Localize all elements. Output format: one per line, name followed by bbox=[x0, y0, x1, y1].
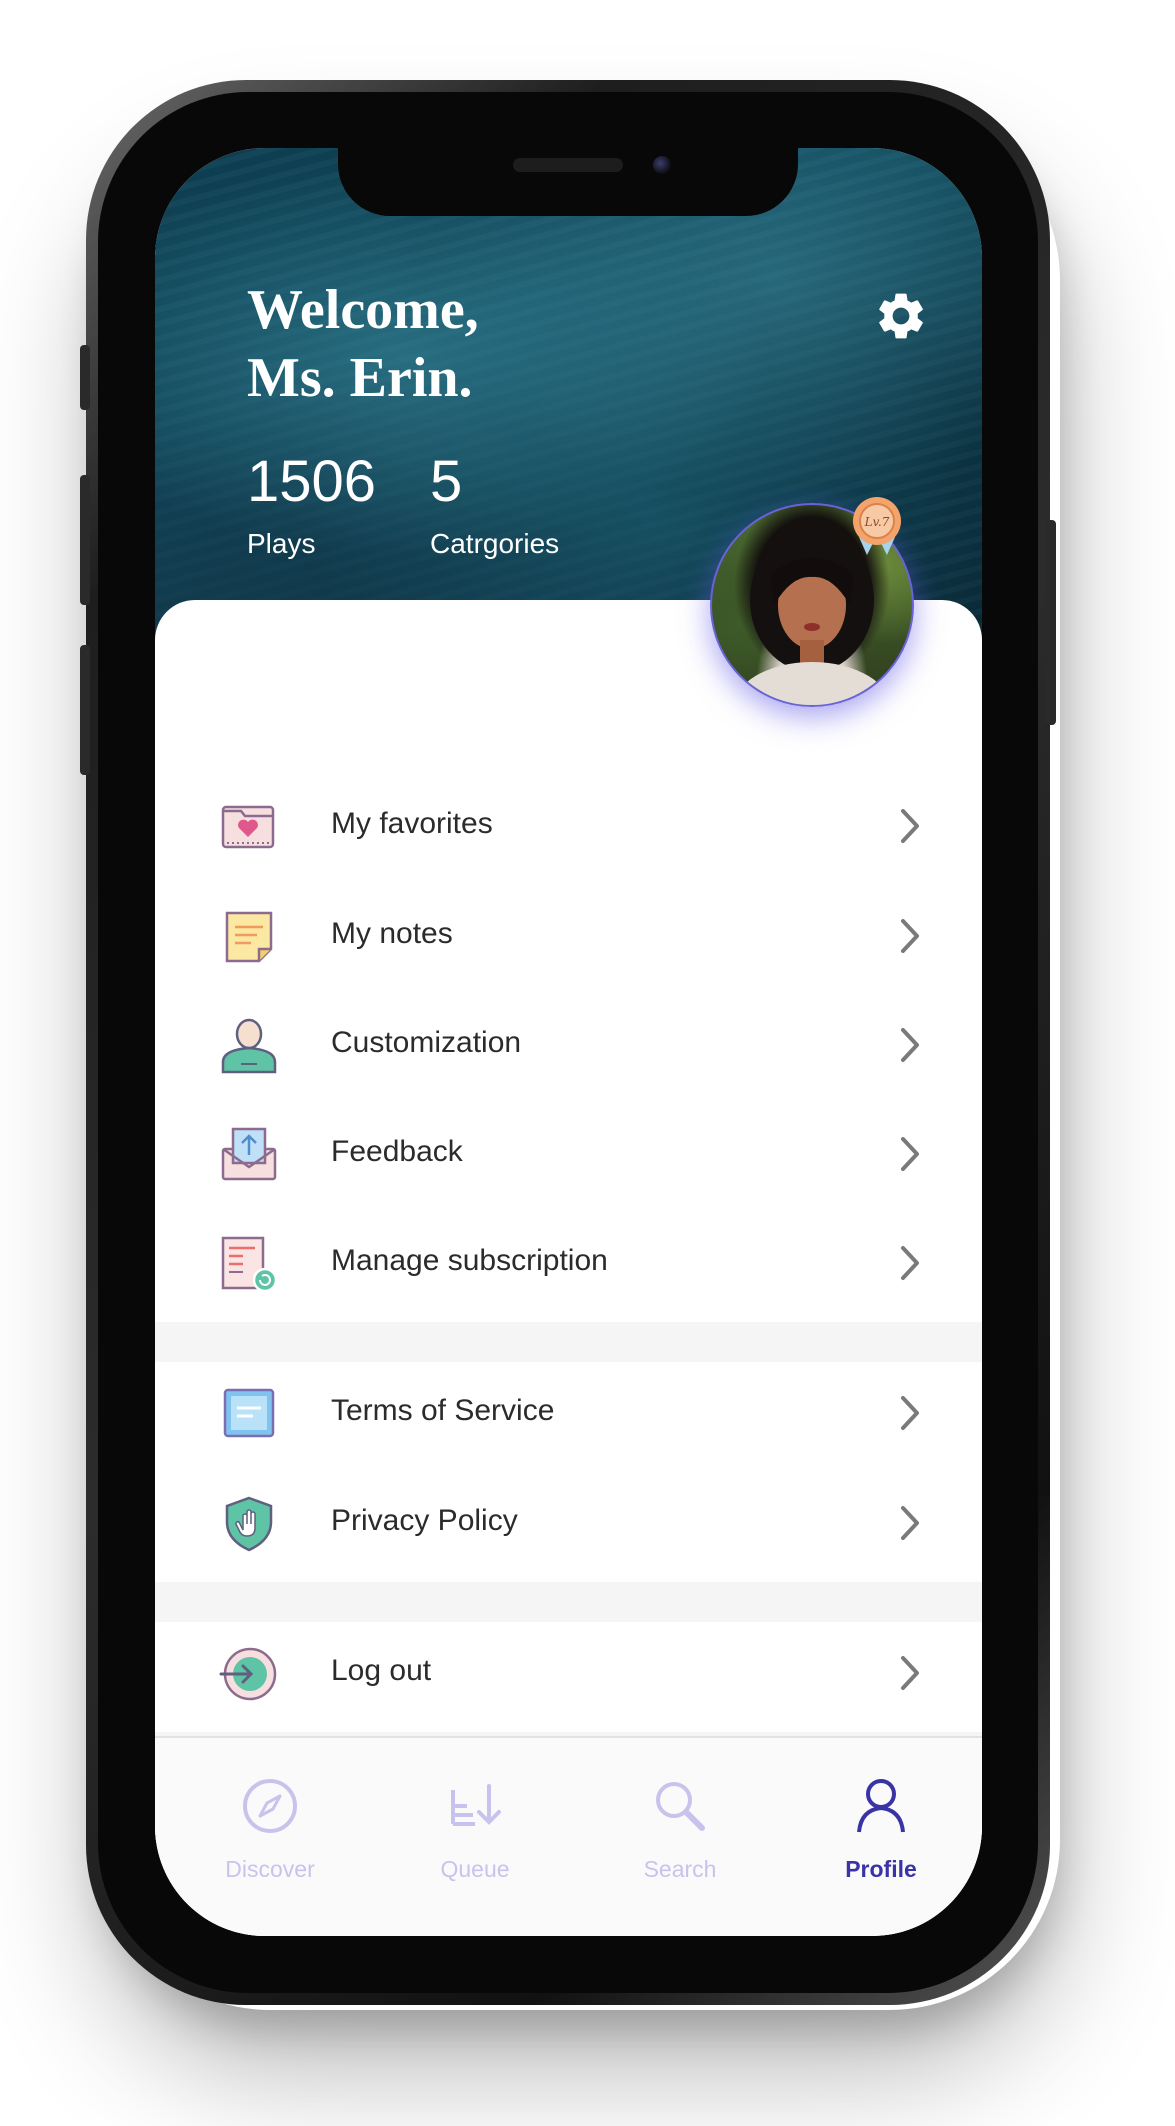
menu-item-customization[interactable]: Customization bbox=[155, 994, 982, 1094]
menu-item-manage-subscription[interactable]: Manage subscription bbox=[155, 1212, 982, 1312]
tab-queue[interactable]: Queue bbox=[385, 1738, 565, 1898]
section-divider bbox=[155, 1582, 982, 1622]
gear-icon[interactable] bbox=[873, 288, 929, 344]
menu-item-my-notes[interactable]: My notes bbox=[155, 885, 982, 985]
menu-item-log-out[interactable]: Log out bbox=[155, 1622, 982, 1722]
phone-power-button bbox=[1046, 520, 1056, 725]
logout-icon bbox=[219, 1647, 277, 1701]
level-badge: Lv.7 bbox=[853, 497, 901, 555]
bottom-tab-bar: Discover Queue Search Profile bbox=[155, 1736, 982, 1936]
menu-item-label: Privacy Policy bbox=[331, 1504, 518, 1537]
menu-item-terms-of-service[interactable]: Terms of Service bbox=[155, 1362, 982, 1462]
menu-item-label: Feedback bbox=[331, 1135, 463, 1168]
chevron-right-icon bbox=[901, 1028, 919, 1062]
section-divider bbox=[155, 1322, 982, 1362]
welcome-greeting: Welcome, Ms. Erin. bbox=[247, 276, 479, 412]
tab-discover[interactable]: Discover bbox=[180, 1738, 360, 1898]
profile-icon bbox=[857, 1779, 905, 1833]
chevron-right-icon bbox=[901, 1246, 919, 1280]
welcome-line-1: Welcome, bbox=[247, 279, 479, 341]
phone-notch bbox=[338, 148, 798, 216]
categories-label: Catrgories bbox=[430, 528, 560, 559]
chevron-right-icon bbox=[901, 1506, 919, 1540]
tab-label: Profile bbox=[845, 1856, 917, 1882]
menu-item-label: Log out bbox=[331, 1654, 432, 1687]
menu-item-my-favorites[interactable]: My favorites bbox=[155, 775, 982, 875]
tab-label: Discover bbox=[225, 1856, 315, 1882]
phone-volume-up-button bbox=[80, 475, 90, 605]
plays-count: 1506 bbox=[247, 449, 377, 514]
subscription-icon bbox=[221, 1236, 278, 1293]
feedback-envelope-icon bbox=[221, 1127, 277, 1181]
tab-profile[interactable]: Profile bbox=[791, 1738, 971, 1898]
phone-silent-switch bbox=[80, 345, 90, 410]
menu-item-label: My notes bbox=[331, 917, 453, 950]
menu-item-label: Customization bbox=[331, 1026, 522, 1059]
chevron-right-icon bbox=[901, 809, 919, 843]
phone-speaker bbox=[513, 158, 623, 172]
favorites-folder-icon bbox=[221, 805, 275, 849]
phone-volume-down-button bbox=[80, 645, 90, 775]
categories-count: 5 bbox=[430, 449, 463, 514]
notes-icon bbox=[225, 911, 273, 963]
menu-item-label: Terms of Service bbox=[331, 1394, 555, 1427]
tab-label: Queue bbox=[440, 1856, 510, 1882]
queue-icon bbox=[451, 1784, 501, 1826]
compass-icon bbox=[243, 1779, 297, 1833]
app-screen: Welcome, Ms. Erin. 1506 Plays 5 Catrgori… bbox=[155, 148, 982, 1936]
menu-item-feedback[interactable]: Feedback bbox=[155, 1103, 982, 1203]
menu-item-privacy-policy[interactable]: Privacy Policy bbox=[155, 1472, 982, 1572]
plays-label: Plays bbox=[247, 528, 316, 559]
user-customization-icon bbox=[221, 1018, 277, 1074]
chevron-right-icon bbox=[901, 1137, 919, 1171]
level-badge-text: Lv.7 bbox=[864, 515, 890, 529]
chevron-right-icon bbox=[901, 1656, 919, 1690]
terms-icon bbox=[223, 1388, 275, 1438]
chevron-right-icon bbox=[901, 1396, 919, 1430]
menu-item-label: My favorites bbox=[331, 807, 493, 840]
privacy-shield-icon bbox=[225, 1496, 273, 1552]
chevron-right-icon bbox=[901, 919, 919, 953]
tab-label: Search bbox=[643, 1856, 717, 1882]
search-icon bbox=[656, 1782, 705, 1831]
menu-item-label: Manage subscription bbox=[331, 1244, 608, 1277]
phone-camera bbox=[653, 156, 671, 174]
welcome-line-2: Ms. Erin. bbox=[247, 347, 473, 409]
tab-search[interactable]: Search bbox=[590, 1738, 770, 1898]
